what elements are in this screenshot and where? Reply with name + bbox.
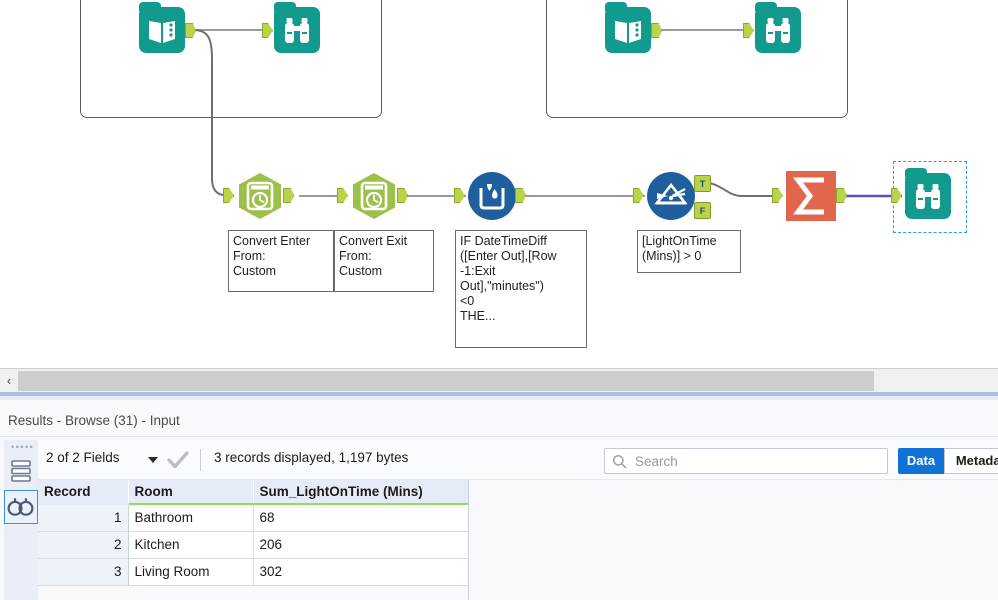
- tool-filter-1[interactable]: T F: [633, 172, 711, 220]
- cell-record: 2: [38, 531, 129, 559]
- annotation-convert-exit: Convert Exit From: Custom: [334, 230, 434, 292]
- results-table[interactable]: Record Room Sum_LightOnTime (Mins) 1 Bat…: [38, 480, 469, 586]
- input-anchor[interactable]: [223, 188, 234, 203]
- tool-formula-1[interactable]: [454, 172, 526, 220]
- input-anchor[interactable]: [454, 188, 465, 203]
- cell-room: Living Room: [128, 558, 254, 586]
- workflow-canvas[interactable]: T F Convert Enter From: Custom Convert E…: [0, 0, 998, 368]
- results-panel-title: Results - Browse (31) - Input: [8, 413, 180, 428]
- binoculars-icon: [274, 2, 320, 53]
- input-anchor[interactable]: [633, 188, 644, 203]
- results-left-rail: •••••: [4, 440, 38, 600]
- book-icon: [139, 2, 185, 53]
- tool-browse-1[interactable]: [262, 2, 320, 53]
- fields-selector-label[interactable]: 2 of 2 Fields: [46, 450, 120, 465]
- annotation-formula: IF DateTimeDiff ([Enter Out],[Row -1:Exi…: [455, 230, 587, 348]
- tool-summarize-1[interactable]: [772, 171, 847, 221]
- canvas-horizontal-scrollbar[interactable]: ‹: [0, 368, 998, 392]
- clock-icon: [349, 171, 399, 221]
- table-header-row: Record Room Sum_LightOnTime (Mins): [38, 480, 469, 505]
- results-toolbar: 2 of 2 Fields 3 records displayed, 1,197…: [38, 440, 998, 480]
- output-anchor[interactable]: [836, 188, 847, 203]
- column-header-sum[interactable]: Sum_LightOnTime (Mins): [253, 480, 469, 505]
- tool-datetime-1[interactable]: [223, 171, 294, 221]
- search-box[interactable]: [604, 448, 888, 474]
- scrollbar-thumb[interactable]: [18, 371, 874, 391]
- tab-metadata[interactable]: Metadata: [944, 448, 998, 474]
- tool-browse-3[interactable]: [891, 168, 951, 219]
- book-icon: [605, 2, 651, 53]
- toolbar-divider: [200, 449, 201, 471]
- output-anchor[interactable]: [515, 188, 526, 203]
- records-count-label: 3 records displayed, 1,197 bytes: [214, 450, 409, 465]
- rail-button-layout[interactable]: [4, 454, 38, 488]
- cell-sum: 206: [253, 531, 469, 559]
- column-header-record[interactable]: Record: [38, 480, 129, 505]
- filter-true-anchor[interactable]: T: [694, 175, 711, 192]
- table-row[interactable]: 3 Living Room 302: [38, 558, 469, 586]
- table-row[interactable]: 1 Bathroom 68: [38, 504, 469, 532]
- table-body: 1 Bathroom 68 2 Kitchen 206 3 Living Roo…: [38, 504, 469, 586]
- sigma-icon: [786, 171, 836, 221]
- tool-container-left[interactable]: [80, 0, 382, 118]
- output-anchor[interactable]: [397, 188, 408, 203]
- check-icon[interactable]: [166, 449, 190, 476]
- tool-datetime-2[interactable]: [337, 171, 408, 221]
- results-title-separator: [0, 436, 998, 437]
- alteryx-designer-window: T F Convert Enter From: Custom Convert E…: [0, 0, 998, 600]
- filter-false-anchor[interactable]: F: [694, 202, 711, 219]
- rail-button-browse[interactable]: [4, 490, 38, 524]
- cell-sum: 302: [253, 558, 469, 586]
- tool-input-data-1[interactable]: [139, 2, 196, 53]
- tool-input-data-2[interactable]: [605, 2, 662, 53]
- clock-icon: [235, 171, 285, 221]
- search-icon: [612, 454, 627, 474]
- table-row[interactable]: 2 Kitchen 206: [38, 531, 469, 559]
- search-input[interactable]: [633, 449, 885, 473]
- binoculars-icon: [755, 2, 801, 53]
- beaker-drop-icon: [468, 172, 516, 220]
- results-panel: Results - Browse (31) - Input ••••• 2 of…: [0, 400, 998, 600]
- input-anchor[interactable]: [337, 188, 348, 203]
- tab-data[interactable]: Data: [898, 448, 944, 474]
- chevron-down-icon[interactable]: [148, 457, 158, 463]
- input-anchor[interactable]: [772, 188, 783, 203]
- annotation-convert-enter: Convert Enter From: Custom: [228, 230, 334, 292]
- cell-record: 1: [38, 504, 129, 532]
- tool-browse-2[interactable]: [743, 2, 801, 53]
- column-header-room[interactable]: Room: [128, 480, 254, 505]
- scroll-left-chevron[interactable]: ‹: [2, 372, 16, 390]
- binoculars-icon: [905, 168, 951, 219]
- tool-container-right[interactable]: [546, 0, 848, 118]
- output-anchor[interactable]: [283, 188, 294, 203]
- cell-room: Bathroom: [128, 504, 254, 532]
- funnel-icon: [647, 172, 695, 220]
- cell-sum: 68: [253, 504, 469, 532]
- rail-grip-handle[interactable]: •••••: [11, 443, 33, 452]
- table-right-edge: [468, 480, 469, 600]
- annotation-filter: [LightOnTime (Mins)] > 0: [637, 230, 741, 273]
- cell-record: 3: [38, 558, 129, 586]
- cell-room: Kitchen: [128, 531, 254, 559]
